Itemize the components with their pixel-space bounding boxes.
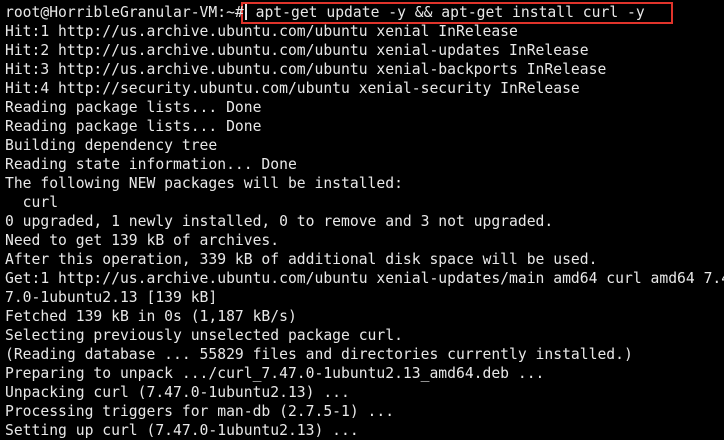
output-line: Fetched 139 kB in 0s (1,187 kB/s) xyxy=(5,308,297,325)
output-line: Hit:4 http://security.ubuntu.com/ubuntu … xyxy=(5,80,580,97)
output-line: Preparing to unpack .../curl_7.47.0-1ubu… xyxy=(5,365,545,382)
output-line: Get:1 http://us.archive.ubuntu.com/ubunt… xyxy=(5,270,724,287)
output-line: Need to get 139 kB of archives. xyxy=(5,232,280,249)
output-line: The following NEW packages will be insta… xyxy=(5,175,403,192)
output-line: Reading package lists... Done xyxy=(5,118,262,135)
output-line: Reading state information... Done xyxy=(5,156,297,173)
terminal-window[interactable]: root@HorribleGranular-VM:~# apt-get upda… xyxy=(0,0,724,440)
output-line: Hit:1 http://us.archive.ubuntu.com/ubunt… xyxy=(5,23,518,40)
command-text: apt-get update -y && apt-get install cur… xyxy=(255,4,645,21)
output-line: Hit:3 http://us.archive.ubuntu.com/ubunt… xyxy=(5,61,607,78)
output-line: Setting up curl (7.47.0-1ubuntu2.13) ... xyxy=(5,422,359,439)
output-line: Processing triggers for man-db (2.7.5-1)… xyxy=(5,403,395,420)
text-cursor xyxy=(244,4,247,20)
terminal-output: root@HorribleGranular-VM:~# apt-get upda… xyxy=(5,3,724,440)
output-line: Selecting previously unselected package … xyxy=(5,327,403,344)
output-line: Hit:2 http://us.archive.ubuntu.com/ubunt… xyxy=(5,42,589,59)
output-line: After this operation, 339 kB of addition… xyxy=(5,251,598,268)
output-line: 7.0-1ubuntu2.13 [139 kB] xyxy=(5,289,218,306)
output-line: Reading package lists... Done xyxy=(5,99,262,116)
output-line: 0 upgraded, 1 newly installed, 0 to remo… xyxy=(5,213,554,230)
output-line: Unpacking curl (7.47.0-1ubuntu2.13) ... xyxy=(5,384,350,401)
output-line: Building dependency tree xyxy=(5,137,218,154)
output-line: (Reading database ... 55829 files and di… xyxy=(5,346,633,363)
shell-prompt: root@HorribleGranular-VM:~# xyxy=(5,4,244,21)
output-line: curl xyxy=(5,194,59,211)
prompt-line: root@HorribleGranular-VM:~# apt-get upda… xyxy=(5,3,724,22)
